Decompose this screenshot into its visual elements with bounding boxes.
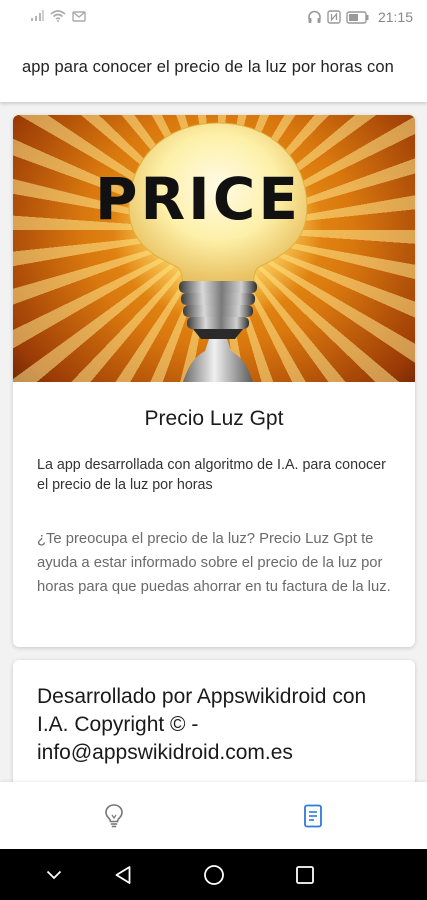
headphones-icon bbox=[308, 10, 321, 23]
chevron-down-icon bbox=[46, 870, 62, 880]
app-subtitle: La app desarrollada con algoritmo de I.A… bbox=[37, 457, 386, 493]
wifi-icon bbox=[50, 10, 66, 22]
back-icon bbox=[115, 866, 131, 884]
hero-price-text: PRICE bbox=[95, 165, 301, 233]
lightbulb-icon bbox=[105, 804, 123, 828]
hide-nav-button[interactable] bbox=[41, 862, 67, 888]
recents-button[interactable] bbox=[292, 862, 318, 888]
system-navigation-bar bbox=[0, 849, 427, 900]
back-button[interactable] bbox=[110, 862, 136, 888]
hero-image: PRICE bbox=[13, 115, 415, 382]
developer-credits: Desarrollado por Appswikidroid con I.A. … bbox=[37, 685, 367, 764]
mail-icon bbox=[72, 10, 86, 22]
battery-icon bbox=[346, 10, 369, 24]
home-button[interactable] bbox=[201, 862, 227, 888]
bottom-navigation bbox=[0, 782, 427, 849]
status-bar: 21:15 bbox=[0, 0, 427, 36]
status-time: 21:15 bbox=[377, 9, 413, 25]
lightbulb-illustration bbox=[128, 122, 308, 382]
app-description: ¿Te preocupa el precio de la luz? Precio… bbox=[37, 531, 391, 595]
document-icon bbox=[304, 804, 322, 828]
signal-icon bbox=[31, 10, 44, 21]
header-marquee-text: app para conocer el precio de la luz por… bbox=[22, 58, 394, 76]
nav-item-info[interactable] bbox=[293, 800, 333, 832]
status-left-icons bbox=[30, 10, 86, 22]
app-header: app para conocer el precio de la luz por… bbox=[0, 36, 427, 102]
app-title: Precio Luz Gpt bbox=[144, 407, 284, 430]
nav-item-home[interactable] bbox=[94, 800, 134, 832]
home-icon bbox=[204, 865, 224, 885]
app-info-card: PRICE Precio Luz Gpt La app desarrollada… bbox=[13, 115, 415, 647]
recents-icon bbox=[296, 866, 314, 884]
status-right-icons: 21:15 bbox=[307, 9, 413, 25]
nfc-icon bbox=[327, 10, 341, 24]
